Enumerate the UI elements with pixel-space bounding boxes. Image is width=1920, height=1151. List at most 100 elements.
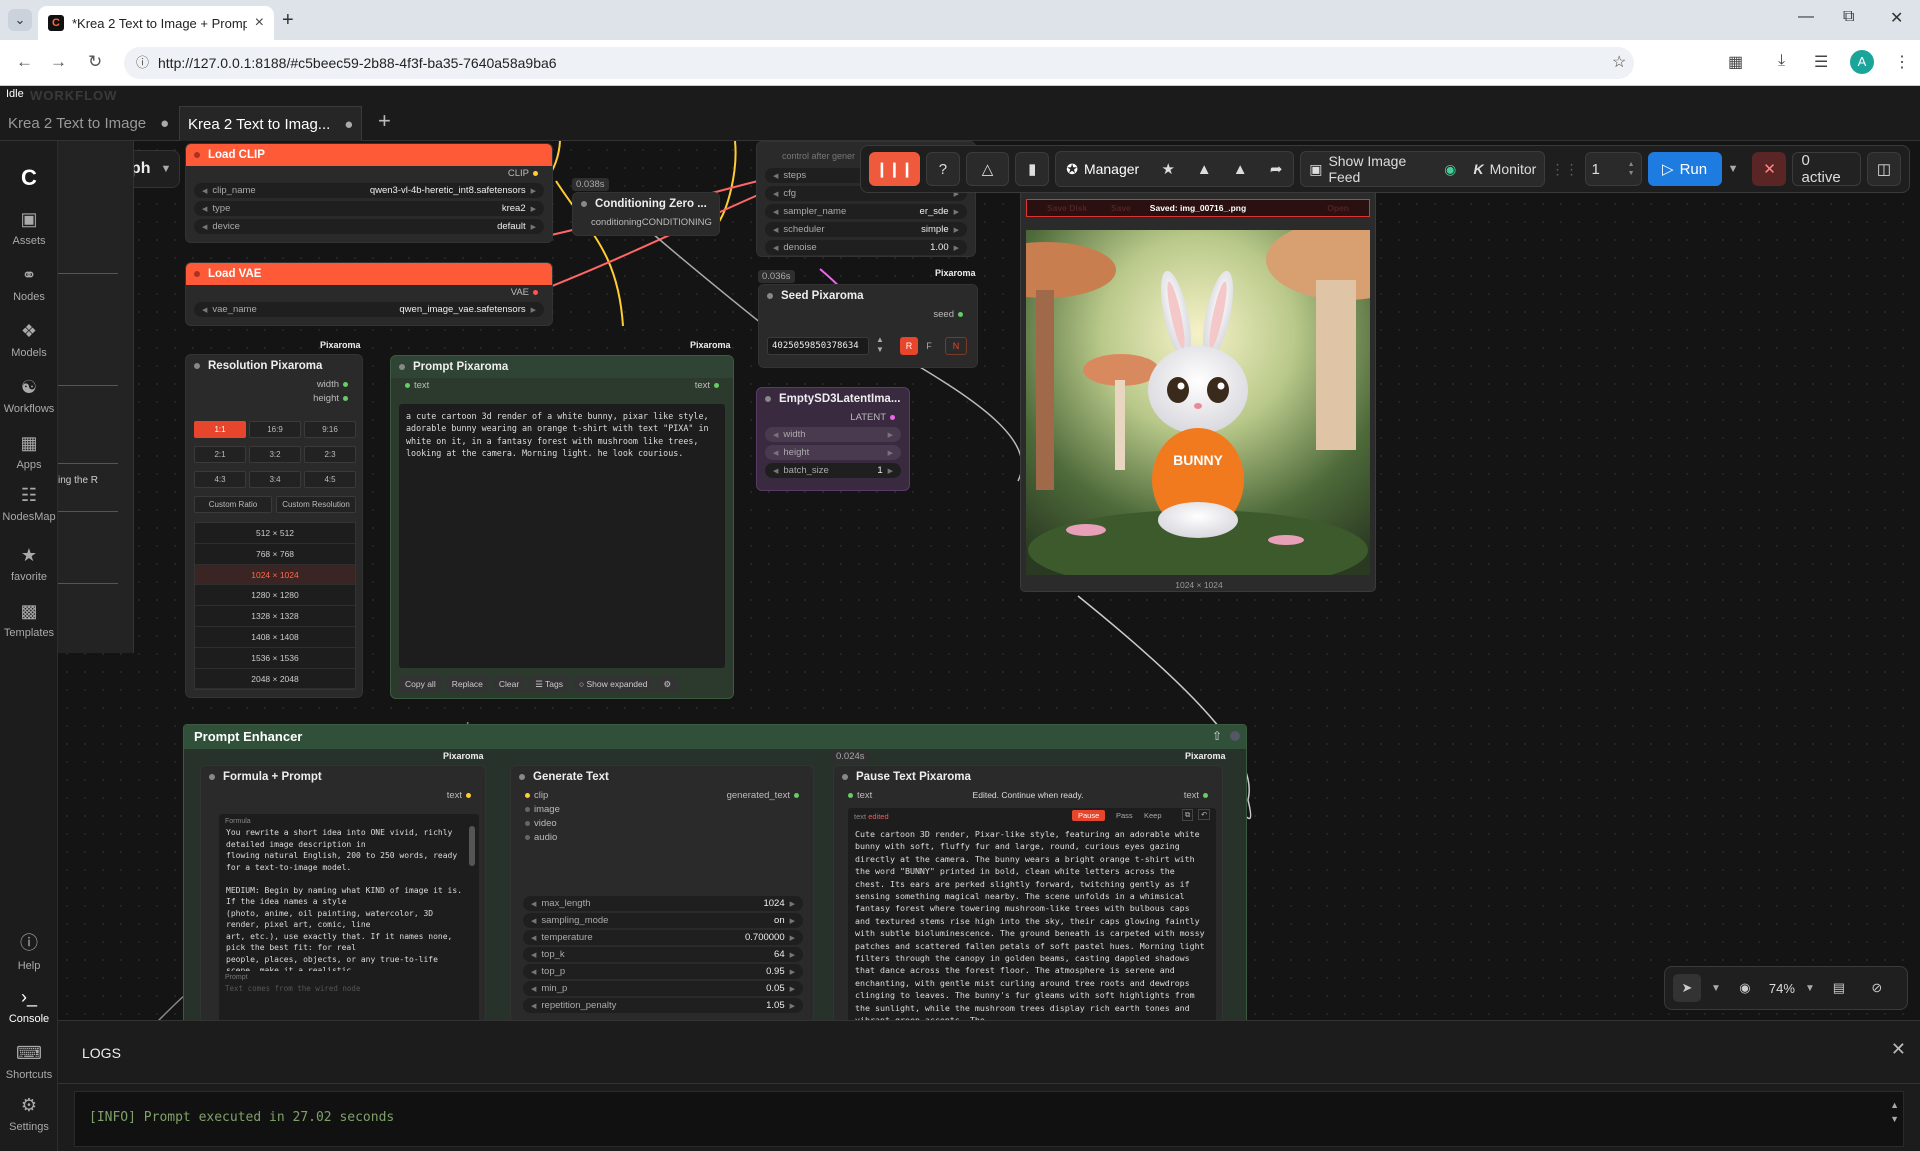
- widget-clip-name[interactable]: clip_name qwen3-vl-4b-heretic_int8.safete…: [194, 183, 544, 198]
- output-port-icon[interactable]: [958, 311, 963, 317]
- manager-button[interactable]: ✪ Manager: [1056, 152, 1149, 186]
- ratio-4-3[interactable]: 4:3: [194, 471, 246, 488]
- resolution-option-selected[interactable]: 1024 × 1024: [195, 564, 355, 586]
- site-info-icon[interactable]: ⓘ: [136, 47, 149, 79]
- monitor-button[interactable]: K Monitor: [1466, 152, 1543, 186]
- sidebar-item-shortcuts[interactable]: ⌨ Shortcuts: [0, 1043, 58, 1081]
- url-field[interactable]: ⓘ http://127.0.0.1:8188/#c5beec59-2b88-4…: [124, 47, 1634, 79]
- custom-resolution-button[interactable]: Custom Resolution: [276, 496, 356, 513]
- sidebar-item-nodes[interactable]: ⚭ Nodes: [0, 265, 58, 303]
- input-port-icon[interactable]: [848, 792, 853, 798]
- stepper-arrows-icon[interactable]: ▲ ▼: [1628, 160, 1635, 178]
- tab-search-chevron-icon[interactable]: ⌄: [8, 9, 32, 31]
- empty-latent-node[interactable]: EmptySD3LatentIma... LATENT width height…: [756, 387, 910, 491]
- batch-count-stepper[interactable]: 1 ▲ ▼: [1584, 152, 1642, 186]
- ratio-9-16[interactable]: 9:16: [304, 421, 356, 438]
- undo-icon[interactable]: ↶: [1198, 809, 1211, 820]
- resolution-option[interactable]: 1280 × 1280: [195, 585, 355, 607]
- widget-sampler-name[interactable]: sampler_name er_sde: [765, 204, 967, 219]
- widget-repetition-penalty[interactable]: repetition_penalty 1.05: [523, 998, 803, 1013]
- seed-input[interactable]: 4025059850378634: [767, 337, 869, 355]
- tags-button[interactable]: ☰ Tags: [529, 676, 570, 692]
- media-icon[interactable]: ☰: [1814, 52, 1828, 72]
- widget-max-length[interactable]: max_length 1024: [523, 896, 803, 911]
- sidebar-item-apps[interactable]: ▦ Apps: [0, 433, 58, 471]
- output-port-icon[interactable]: [1203, 792, 1208, 798]
- widget-min-p[interactable]: min_p 0.05: [523, 981, 803, 996]
- chevron-down-icon[interactable]: ▼: [1711, 983, 1721, 994]
- load-vae-node[interactable]: Load VAE VAE vae_name qwen_image_vae.safe…: [185, 262, 553, 326]
- new-workflow-icon[interactable]: +: [378, 108, 391, 134]
- seed-new-button[interactable]: N: [945, 337, 967, 355]
- fit-view-icon[interactable]: ◉: [1731, 974, 1759, 1002]
- run-options-chevron-icon[interactable]: ▼: [1728, 163, 1739, 175]
- close-logs-icon[interactable]: ✕: [1891, 1039, 1906, 1060]
- browser-menu-icon[interactable]: ⋮: [1894, 52, 1910, 72]
- hide-links-icon[interactable]: ⊘: [1863, 974, 1891, 1002]
- back-icon[interactable]: ←: [16, 52, 33, 72]
- download-icon[interactable]: ⤓: [1778, 52, 1785, 70]
- output-port-icon[interactable]: [343, 395, 348, 401]
- group-color-icon[interactable]: [1230, 731, 1240, 741]
- input-port-icon[interactable]: [525, 806, 530, 812]
- sidebar-item-favorite[interactable]: ★ favorite: [0, 545, 58, 583]
- output-port-icon[interactable]: [466, 792, 471, 798]
- widget-width[interactable]: width: [765, 427, 901, 442]
- widget-vae-name[interactable]: vae_name qwen_image_vae.safetensors: [194, 302, 544, 317]
- pause-button[interactable]: Pause: [1072, 810, 1106, 821]
- resolution-option[interactable]: 2048 × 2048: [195, 669, 355, 690]
- resolution-option[interactable]: 1408 × 1408: [195, 627, 355, 648]
- bookmark-button[interactable]: ▮: [1015, 152, 1050, 186]
- sidebar-item-assets[interactable]: ▣ Assets: [0, 209, 58, 247]
- ratio-2-1[interactable]: 2:1: [194, 446, 246, 463]
- ratio-4-5[interactable]: 4:5: [304, 471, 356, 488]
- input-port-icon[interactable]: [525, 820, 530, 826]
- input-port-icon[interactable]: [525, 792, 530, 798]
- widget-sampling-mode[interactable]: sampling_mode on: [523, 913, 803, 928]
- sidebar-item-templates[interactable]: ▩ Templates: [0, 601, 58, 639]
- pause-text-node[interactable]: Pause Text Pixaroma text Edited. Continue…: [833, 765, 1223, 1023]
- browser-tab[interactable]: C *Krea 2 Text to Image + Prompt ×: [38, 6, 274, 40]
- comfy-logo[interactable]: C: [0, 165, 58, 196]
- input-port-icon[interactable]: [525, 834, 530, 840]
- model-a-button[interactable]: ▲: [1187, 152, 1221, 186]
- image-preview-node[interactable]: Save Disk Save Saved: img_00716_.png Ope…: [1020, 188, 1376, 592]
- collapse-icon[interactable]: ⇧: [1212, 729, 1222, 743]
- close-tab-icon[interactable]: ×: [255, 14, 264, 32]
- sidebar-item-models[interactable]: ❖ Models: [0, 321, 58, 359]
- extensions-icon[interactable]: ▦: [1728, 52, 1743, 72]
- log-scroll-arrows-icon[interactable]: ▲ ▼: [1890, 1098, 1899, 1126]
- resolution-pixaroma-node[interactable]: Resolution Pixaroma width height 1:1 16:…: [185, 354, 363, 698]
- scrollbar-thumb[interactable]: [469, 826, 475, 866]
- minimap-icon[interactable]: ▤: [1825, 974, 1853, 1002]
- reload-icon[interactable]: ↻: [88, 52, 102, 72]
- conditioning-zero-node[interactable]: Conditioning Zero ... conditioning CONDIT…: [572, 192, 720, 236]
- output-port-icon[interactable]: [890, 414, 895, 420]
- save-disk-button[interactable]: Save Disk: [1047, 200, 1087, 216]
- minimize-icon[interactable]: —: [1798, 8, 1814, 26]
- widget-temperature[interactable]: temperature 0.700000: [523, 930, 803, 945]
- output-port-icon[interactable]: [533, 170, 538, 176]
- input-port-icon[interactable]: [405, 382, 410, 388]
- settings-gear-icon[interactable]: ⚙: [657, 676, 678, 692]
- bookmark-star-icon[interactable]: ☆: [1612, 52, 1626, 72]
- seed-stepper-icon[interactable]: ▲ ▼: [876, 335, 884, 355]
- widget-top-k[interactable]: top_k 64: [523, 947, 803, 962]
- workflow-tab-1[interactable]: Krea 2 Text to Image ●: [0, 106, 177, 141]
- restore-icon[interactable]: ⧉: [1843, 8, 1854, 26]
- prompt-field-placeholder[interactable]: Text comes from the wired node: [219, 981, 479, 996]
- output-port-icon[interactable]: [714, 382, 719, 388]
- seed-fixed-button[interactable]: F: [922, 337, 936, 355]
- sidebar-item-help[interactable]: ⓘ Help: [0, 929, 58, 972]
- pause-textarea[interactable]: Cute cartoon 3D render, Pixar-like style…: [848, 824, 1216, 1020]
- zoom-level[interactable]: 74%: [1769, 981, 1795, 996]
- seed-pixaroma-node[interactable]: Seed Pixaroma seed 4025059850378634 ▲ ▼ R…: [758, 284, 978, 368]
- chevron-down-icon[interactable]: ▼: [1805, 983, 1815, 994]
- resolution-option[interactable]: 512 × 512: [195, 523, 355, 544]
- sidebar-item-nodesmap[interactable]: ☷ NodesMap: [0, 485, 58, 523]
- share-button[interactable]: ➦: [1259, 152, 1293, 186]
- widget-height[interactable]: height: [765, 445, 901, 460]
- comfy-extension-button[interactable]: △: [965, 152, 1010, 186]
- copy-icon[interactable]: ⧉: [1182, 809, 1194, 821]
- output-port-icon[interactable]: [533, 289, 538, 295]
